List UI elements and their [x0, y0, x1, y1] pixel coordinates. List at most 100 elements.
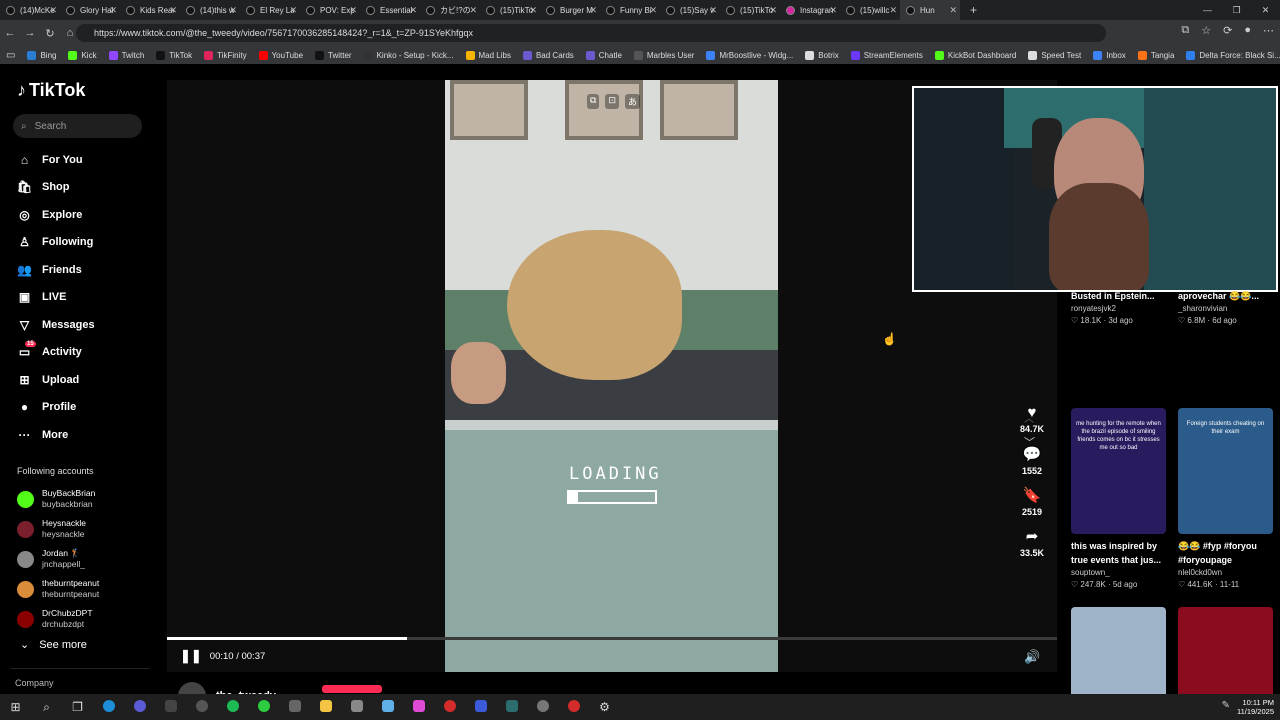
tab-close-icon[interactable]: ✕ [229, 5, 237, 16]
bookmark-item[interactable]: Mad Libs [465, 50, 511, 60]
nav-following[interactable]: ♙ Following [17, 229, 95, 257]
browser-tab[interactable]: Funny Bi ✕ [600, 0, 660, 20]
tab-close-icon[interactable]: ✕ [589, 5, 597, 16]
app-icon[interactable] [558, 699, 589, 715]
spotify-icon[interactable] [217, 699, 248, 715]
bookmark-item[interactable]: StreamElements [850, 50, 923, 60]
new-tab-button[interactable]: + [970, 3, 977, 17]
browser-tab[interactable]: (15)Say w ✕ [660, 0, 720, 20]
nav-profile[interactable]: ● Profile [17, 394, 95, 422]
bookmark-item[interactable]: Chatle [585, 50, 622, 60]
restore-icon[interactable]: ❐ [1222, 5, 1251, 16]
bookmark-item[interactable]: MrBoostlive - Widg... [706, 50, 793, 60]
volume-icon[interactable]: 🔊 [1024, 649, 1040, 665]
bookmark-item[interactable]: Kinko - Setup - Kick... [363, 50, 454, 60]
share-button[interactable]: ➦ 33.5K [1012, 527, 1052, 568]
video-thumbnail[interactable] [1071, 607, 1166, 694]
bookmark-button[interactable]: 🔖 2519 [1012, 486, 1052, 527]
nav-shop[interactable]: 🛍 Shop [17, 174, 95, 202]
file-explorer-icon[interactable] [310, 699, 341, 715]
chrome-icon[interactable] [124, 699, 155, 715]
taskbar-clock[interactable]: 10:11 PM 11/19/2025 [1237, 698, 1274, 716]
following-account[interactable]: theburntpeanut theburntpeanut [17, 574, 99, 604]
nav-explore[interactable]: ◎ Explore [17, 201, 95, 229]
browser-tab[interactable]: (14)McKe ✕ [0, 0, 60, 20]
browser-tab[interactable]: (15)TikTo ✕ [720, 0, 780, 20]
tab-close-icon[interactable]: ✕ [709, 5, 717, 16]
follow-button[interactable] [322, 685, 382, 693]
tab-close-icon[interactable]: ✕ [109, 5, 117, 16]
tab-close-icon[interactable]: ✕ [409, 5, 417, 16]
settings-icon[interactable]: ⚙ [589, 700, 620, 714]
url-field[interactable]: https://www.tiktok.com/@the_tweedy/video… [76, 24, 1106, 42]
sync-icon[interactable]: ⟳ [1223, 24, 1232, 37]
browser-tab[interactable]: POV: Exp ✕ [300, 0, 360, 20]
bookmark-item[interactable]: KickBot Dashboard [934, 50, 1016, 60]
video-card[interactable]: Foreign students cheating on their exam 😂… [1178, 408, 1273, 592]
browser-tab[interactable]: Glory Hal ✕ [60, 0, 120, 20]
app-icon[interactable] [372, 699, 403, 715]
tab-close-icon[interactable]: ✕ [169, 5, 177, 16]
app-icon[interactable] [434, 699, 465, 715]
tray-pen-icon[interactable]: ✎ [1222, 700, 1230, 711]
following-account[interactable]: BuyBackBrian buybackbrian [17, 484, 99, 514]
forward-icon[interactable]: → [20, 27, 40, 39]
app-icon[interactable] [527, 699, 558, 715]
browser-tab[interactable]: Essential ✕ [360, 0, 420, 20]
video-thumbnail[interactable]: Foreign students cheating on their exam [1178, 408, 1273, 534]
bookmark-item[interactable]: Marbles User [633, 50, 694, 60]
taskbar-search-icon[interactable]: ⌕ [31, 700, 62, 715]
app-icon[interactable] [496, 699, 527, 715]
tab-close-icon[interactable]: ✕ [949, 5, 957, 16]
browser-tab[interactable]: Hun ✕ [900, 0, 960, 20]
pause-icon[interactable]: ❚❚ [180, 648, 202, 664]
nav-for-you[interactable]: ⌂ For You [17, 146, 95, 174]
bookmark-item[interactable]: TikFinity [204, 50, 247, 60]
bookmark-item[interactable]: Speed Test [1028, 50, 1081, 60]
browser-tab[interactable]: Instagran ✕ [780, 0, 840, 20]
profile-icon[interactable]: ● [1244, 24, 1251, 37]
browser-tab[interactable]: (15)TikTo ✕ [480, 0, 540, 20]
tab-close-icon[interactable]: ✕ [49, 5, 57, 16]
app-icon[interactable] [341, 699, 372, 715]
menu-icon[interactable]: ⋯ [1263, 24, 1274, 37]
bookmark-item[interactable]: Bing [27, 50, 56, 60]
bookmark-item[interactable]: Botrix [805, 50, 839, 60]
nav-friends[interactable]: 👥 Friends [17, 256, 95, 284]
app-icon[interactable] [279, 699, 310, 715]
browser-tab[interactable]: (15)willc ✕ [840, 0, 900, 20]
video-card[interactable]: aprovechar 😂😂... _sharonvivian ♡ 6.8M · 6d… [1178, 284, 1273, 328]
app-icon[interactable] [403, 699, 434, 715]
bookmark-item[interactable]: Twitter [315, 50, 352, 60]
app-icon[interactable] [155, 699, 186, 715]
video-card[interactable]: #crashout [1071, 607, 1166, 694]
tab-close-icon[interactable]: ✕ [469, 5, 477, 16]
translate-icon[interactable]: あ [624, 94, 640, 109]
task-view-icon[interactable]: ❐ [62, 700, 93, 714]
minimize-icon[interactable]: — [1193, 5, 1222, 15]
back-icon[interactable]: ← [0, 27, 20, 39]
tab-close-icon[interactable]: ✕ [829, 5, 837, 16]
capture-icon[interactable]: ⊡ [605, 94, 619, 109]
apps-icon[interactable]: ▭ [6, 50, 15, 61]
tab-close-icon[interactable]: ✕ [349, 5, 357, 16]
bookmark-item[interactable]: Inbox [1093, 50, 1126, 60]
reload-icon[interactable]: ↻ [40, 27, 60, 40]
bookmark-item[interactable]: Kick [68, 50, 97, 60]
comment-button[interactable]: 💬 1552 [1012, 445, 1052, 486]
tab-close-icon[interactable]: ✕ [529, 5, 537, 16]
video-progress-bar[interactable] [167, 637, 1057, 640]
bookmark-item[interactable]: YouTube [258, 50, 303, 60]
video-card[interactable]: #momhumor [1178, 607, 1273, 694]
nav-upload[interactable]: ⊞ Upload [17, 366, 95, 394]
video-thumbnail[interactable]: me hunting for the remote when the brazi… [1071, 408, 1166, 534]
app-icon[interactable] [465, 699, 496, 715]
bookmark-item[interactable]: Delta Force: Black Si... [1186, 50, 1280, 60]
nav-live[interactable]: ▣ LIVE [17, 284, 95, 312]
edge-icon[interactable] [93, 699, 124, 715]
video-card[interactable]: me hunting for the remote when the brazi… [1071, 408, 1166, 592]
close-window-icon[interactable]: ✕ [1251, 5, 1280, 16]
following-account[interactable]: DrChubzDPT drchubzdpt [17, 604, 99, 634]
nav-more[interactable]: ··· More [17, 421, 95, 449]
video-card[interactable]: Busted in Epstein... ronyatesjvk2 ♡ 18.1K … [1071, 284, 1166, 328]
